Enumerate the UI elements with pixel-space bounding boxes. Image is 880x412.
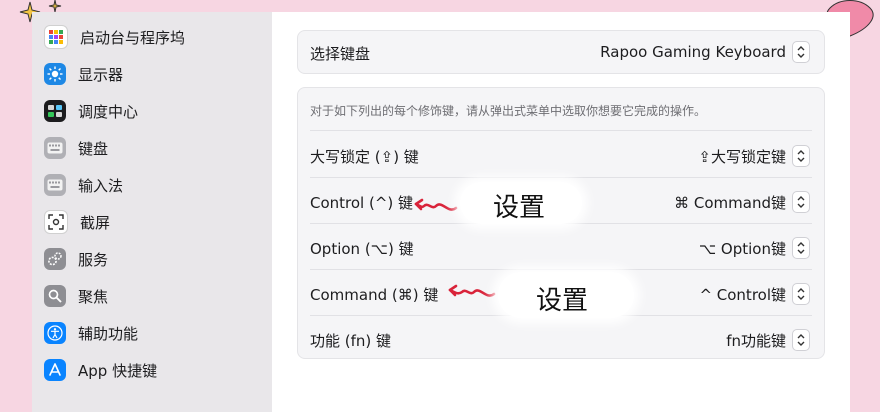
keyboard-icon [44,174,66,196]
sidebar-item-keyboard[interactable]: 键盘 [44,133,108,163]
screenshot-icon [44,210,68,234]
option-key-label: Option (⌥) 键 [310,240,414,258]
sidebar-item-accessibility[interactable]: 辅助功能 [44,318,138,348]
grid-icon [44,25,68,49]
sidebar-item-input-method[interactable]: 输入法 [44,170,123,200]
sidebar-item-display[interactable]: 显示器 [44,59,123,89]
modifier-description: 对于如下列出的每个修饰键，请从弹出式菜单中选取你想要它完成的操作。 [310,104,707,118]
red-arrow-annotation [414,198,458,211]
command-action-popup[interactable]: ^ Control键 [699,284,786,305]
chevron-updown-icon[interactable] [792,191,810,213]
chevron-updown-icon[interactable] [792,145,810,167]
command-key-label: Command (⌘) 键 [310,286,439,304]
sidebar-item-screenshot[interactable]: 截屏 [44,207,110,237]
sidebar-item-label: 输入法 [78,176,124,195]
caps-lock-action-popup[interactable]: ⇪大写锁定键 [698,146,786,167]
divider [310,177,812,178]
fn-key-label: 功能 (fn) 键 [310,332,392,350]
sidebar-item-label: 服务 [78,250,109,269]
mission-control-icon [44,100,66,122]
sun-icon [44,63,66,85]
sidebar-item-label: 显示器 [78,65,124,84]
divider [310,130,812,131]
option-action-popup[interactable]: ⌥ Option键 [699,238,786,259]
keyboard-select-panel: 选择键盘 Rapoo Gaming Keyboard [297,30,825,74]
sidebar-item-label: 启动台与程序坞 [80,28,186,47]
divider [310,269,812,270]
fn-action-popup[interactable]: fn功能键 [726,330,786,351]
sidebar-item-launchpad[interactable]: 启动台与程序坞 [44,22,185,52]
sidebar-item-label: App 快捷键 [78,361,158,380]
control-action-popup[interactable]: ⌘ Command键 [674,192,786,213]
gear-icon [44,248,66,270]
keyboard-select-popup[interactable]: Rapoo Gaming Keyboard [600,43,786,61]
sidebar-item-app-shortcuts[interactable]: App 快捷键 [44,355,157,385]
sidebar-item-label: 调度中心 [78,102,139,121]
sidebar-item-label: 辅助功能 [78,324,139,343]
chevron-updown-icon[interactable] [792,237,810,259]
keyboard-icon [44,137,66,159]
sidebar-item-label: 键盘 [78,139,109,158]
sidebar-item-mission-control[interactable]: 调度中心 [44,96,138,126]
sidebar-item-services[interactable]: 服务 [44,244,108,274]
chevron-updown-icon[interactable] [792,283,810,305]
annotation-text: 设置 [536,286,589,316]
sidebar-item-spotlight[interactable]: 聚焦 [44,281,108,311]
red-arrow-annotation [448,284,496,297]
accessibility-icon [44,322,66,344]
chevron-updown-icon[interactable] [792,329,810,351]
sidebar-item-label: 截屏 [80,213,111,232]
sidebar-item-label: 聚焦 [78,287,109,306]
select-keyboard-label: 选择键盘 [310,45,371,63]
magnifier-icon [44,285,66,307]
annotation-text: 设置 [493,193,546,223]
app-store-icon [44,359,66,381]
chevron-updown-icon[interactable] [792,41,810,63]
control-key-label: Control (^) 键 [310,194,414,212]
settings-sidebar: 启动台与程序坞 显示器 调度中心 键盘 输入法 截屏 服务 聚焦 辅助功能 Ap… [32,12,273,412]
caps-lock-key-label: 大写锁定 (⇪) 键 [310,148,419,166]
